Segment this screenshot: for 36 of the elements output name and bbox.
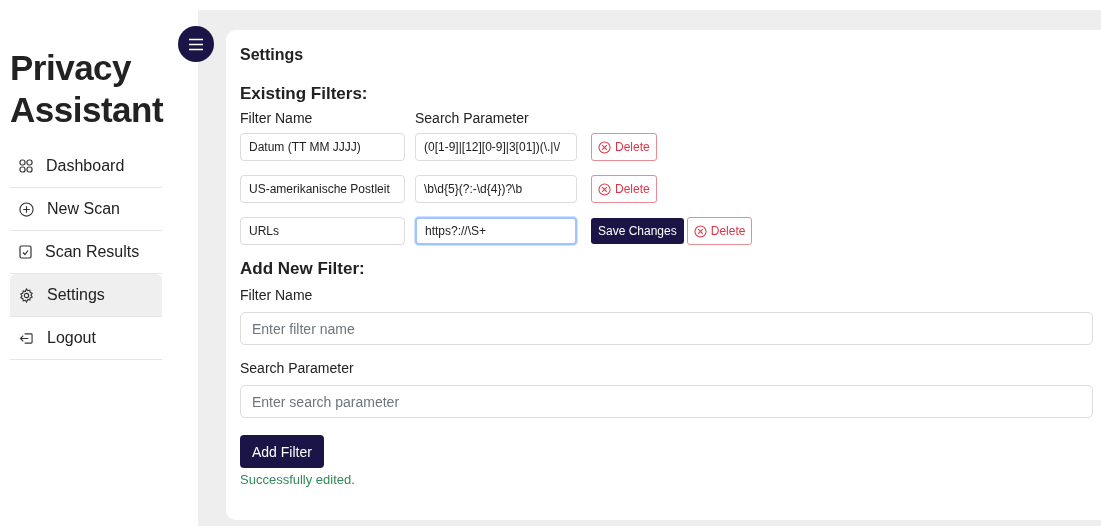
field-label: Filter Name bbox=[240, 287, 314, 303]
search-parameter-input[interactable]: Enter search parameter bbox=[240, 385, 1093, 418]
sidebar-item[interactable]: New Scan bbox=[10, 188, 162, 231]
filter-name-field[interactable]: Datum (TT MM JJJJ) bbox=[240, 133, 405, 161]
delete-button[interactable]: Delete bbox=[591, 175, 657, 203]
plus-circle-icon bbox=[19, 201, 34, 217]
sidebar-item[interactable]: Logout bbox=[10, 317, 162, 360]
close-circle-icon bbox=[693, 224, 707, 238]
section-heading: Existing Filters: bbox=[240, 84, 369, 104]
save-changes-button[interactable]: Save Changes bbox=[591, 218, 684, 244]
delete-button[interactable]: Delete bbox=[591, 133, 657, 161]
sidebar-item[interactable]: Dashboard bbox=[10, 145, 162, 188]
filter-name-field[interactable]: URLs bbox=[240, 217, 405, 245]
search-parameter-field[interactable]: \b\d{5}(?:-\d{4})?\b bbox=[415, 175, 577, 203]
grid-icon bbox=[19, 159, 33, 173]
close-circle-icon bbox=[598, 182, 611, 196]
search-parameter-field[interactable]: (0[1-9]|[12][0-9]|3[01])(\.|\/ bbox=[415, 133, 577, 161]
column-label: Filter Name bbox=[240, 110, 314, 126]
sidebar-item[interactable]: Settings bbox=[10, 274, 162, 317]
app-title: Privacy Assistant bbox=[10, 47, 162, 131]
filter-name-input[interactable]: Enter filter name bbox=[240, 312, 1093, 345]
column-label: Search Parameter bbox=[415, 110, 529, 126]
section-heading: Add New Filter: bbox=[240, 259, 366, 279]
add-filter-button[interactable]: Add Filter bbox=[240, 435, 324, 468]
field-label: Search Parameter bbox=[240, 360, 355, 376]
settings-icon bbox=[19, 287, 34, 303]
delete-button[interactable]: Delete bbox=[686, 217, 753, 245]
search-parameter-field[interactable]: https?://\S+ bbox=[415, 217, 577, 245]
logout-icon bbox=[19, 331, 34, 345]
menu-icon bbox=[188, 37, 204, 51]
filter-name-field[interactable]: US-amerikanische Postleit bbox=[240, 175, 405, 203]
menu-button[interactable] bbox=[178, 26, 214, 62]
card-title: Settings bbox=[240, 46, 305, 64]
close-circle-icon bbox=[598, 140, 611, 154]
status-message: Successfully edited. bbox=[240, 472, 356, 487]
checkbox-icon bbox=[19, 245, 32, 259]
